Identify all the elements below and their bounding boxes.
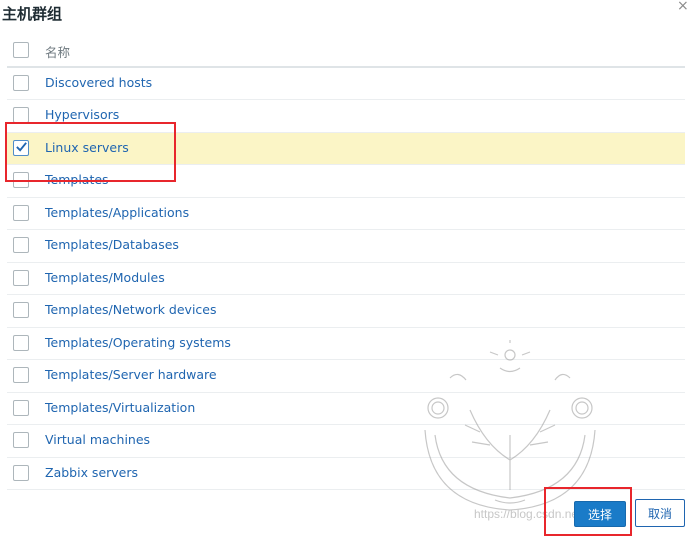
column-header-name: 名称 <box>45 45 71 60</box>
host-group-link[interactable]: Templates/Server hardware <box>45 367 217 382</box>
close-icon[interactable]: × <box>677 0 689 14</box>
host-group-link[interactable]: Virtual machines <box>45 432 150 447</box>
table-row[interactable]: Templates/Operating systems <box>7 328 685 360</box>
table-row[interactable]: Templates/Network devices <box>7 295 685 328</box>
host-group-link[interactable]: Templates/Applications <box>45 205 189 220</box>
host-group-link[interactable]: Templates/Network devices <box>45 302 217 317</box>
row-checkbox[interactable] <box>13 139 29 156</box>
row-checkbox[interactable] <box>13 464 29 481</box>
table-row[interactable]: Linux servers <box>7 132 685 165</box>
row-checkbox[interactable] <box>13 432 29 448</box>
table-row[interactable]: Templates/Server hardware <box>7 360 685 393</box>
host-group-link[interactable]: Templates/Operating systems <box>45 335 231 350</box>
host-group-link[interactable]: Templates/Modules <box>45 270 165 285</box>
host-group-link[interactable]: Linux servers <box>45 140 129 155</box>
table-body: Discovered hosts Hypervisors Linux servers… <box>7 68 685 490</box>
host-group-link[interactable]: Templates/Virtualization <box>45 400 195 415</box>
table-row[interactable]: Templates/Modules <box>7 263 685 295</box>
row-checkbox[interactable] <box>13 74 29 91</box>
table-header-row: 名称 <box>7 35 685 68</box>
row-checkbox[interactable] <box>13 334 29 351</box>
row-checkbox[interactable] <box>13 172 29 188</box>
row-checkbox[interactable] <box>13 367 29 383</box>
row-checkbox[interactable] <box>13 204 29 221</box>
select-all-checkbox[interactable] <box>13 42 29 58</box>
row-checkbox[interactable] <box>13 269 29 286</box>
check-icon <box>16 141 27 152</box>
host-group-link[interactable]: Discovered hosts <box>45 75 152 90</box>
select-button[interactable]: 选择 <box>574 501 626 527</box>
table-row[interactable]: Zabbix servers <box>7 458 685 490</box>
table-row[interactable]: Templates/Virtualization <box>7 393 685 425</box>
row-checkbox[interactable] <box>13 237 29 253</box>
host-group-link[interactable]: Zabbix servers <box>45 465 138 480</box>
row-checkbox[interactable] <box>13 107 29 123</box>
host-group-link[interactable]: Templates/Databases <box>45 237 179 252</box>
host-group-link[interactable]: Templates <box>45 172 109 187</box>
host-group-table: 名称 Discovered hosts Hypervisors Linux serv… <box>7 35 685 490</box>
dialog-title: 主机群组 <box>2 5 63 23</box>
row-checkbox[interactable] <box>13 302 29 318</box>
row-checkbox[interactable] <box>13 399 29 416</box>
table-row[interactable]: Templates/Databases <box>7 230 685 263</box>
cancel-button[interactable]: 取消 <box>635 499 685 527</box>
table-row[interactable]: Templates/Applications <box>7 198 685 230</box>
table-row[interactable]: Discovered hosts <box>7 68 685 100</box>
table-row[interactable]: Virtual machines <box>7 425 685 458</box>
table-row[interactable]: Templates <box>7 165 685 198</box>
table-row[interactable]: Hypervisors <box>7 100 685 133</box>
host-group-link[interactable]: Hypervisors <box>45 107 119 122</box>
